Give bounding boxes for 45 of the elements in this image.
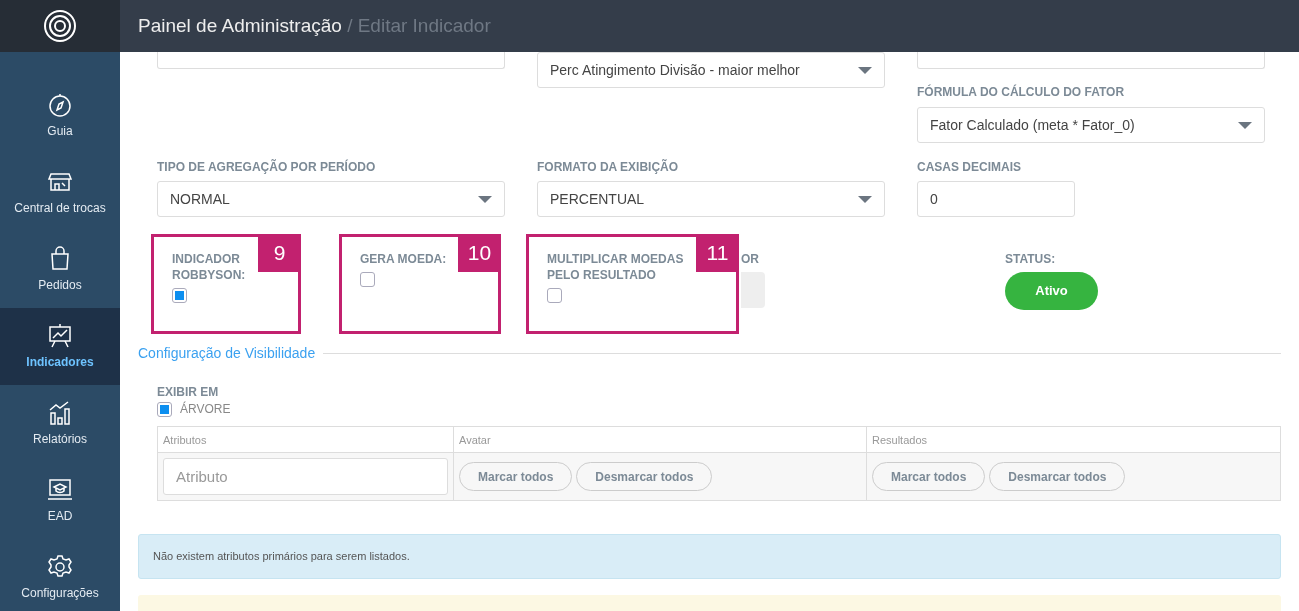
settings-icon	[47, 553, 73, 580]
caret-icon	[858, 195, 872, 203]
compass-icon	[47, 91, 73, 118]
field-label: STATUS:	[1005, 251, 1057, 267]
attribute-field[interactable]: Atributo	[163, 458, 448, 495]
sidebar-item[interactable]: Indicadores	[0, 308, 120, 385]
caret-icon	[1238, 121, 1252, 129]
sidebar-item[interactable]: Central de trocas	[0, 154, 120, 231]
sidebar-item[interactable]: Pedidos	[0, 231, 120, 308]
chart-board-icon	[47, 322, 73, 349]
checkbox[interactable]	[172, 288, 187, 303]
select-field[interactable]	[157, 52, 505, 69]
laptop-icon	[47, 476, 73, 503]
select-field[interactable]: NORMAL	[157, 181, 505, 217]
logo-icon	[42, 8, 78, 44]
caret-icon	[858, 66, 872, 74]
checkbox[interactable]	[157, 401, 172, 417]
field-label: MULTIPLICAR MOEDAS PELO RESULTADO	[547, 251, 685, 283]
select-field[interactable]: Fator Calculado (meta * Fator_0)	[917, 107, 1265, 143]
section-title: Configuração de Visibilidade	[138, 344, 316, 363]
checkbox[interactable]	[360, 272, 375, 287]
field-label: INDICADOR ROBBYSON:	[172, 251, 247, 283]
select-field[interactable]: Perc Atingimento Divisão - maior melhor	[537, 52, 885, 88]
field-label: FORMATO DA EXIBIÇÃO	[537, 159, 680, 175]
select-field[interactable]: PERCENTUAL	[537, 181, 885, 217]
bar-chart-icon	[47, 399, 73, 426]
annotation-number: 9	[258, 234, 301, 272]
caret-icon	[478, 195, 492, 203]
checkbox-label: ÁRVORE	[180, 400, 231, 418]
page-title: Painel de Administração / Editar Indicador	[138, 14, 491, 38]
annotation-number: 10	[458, 234, 501, 272]
annotation-number: 11	[696, 234, 739, 272]
field-label: OR	[741, 251, 760, 267]
field-label: EXIBIR EM	[157, 384, 220, 400]
sidebar-item[interactable]: Guia	[0, 77, 120, 154]
info-alert: Não existem atributos primários para serem listados.	[138, 534, 1281, 579]
select-field[interactable]	[917, 52, 1265, 69]
field-label: TIPO DE AGREGAÇÃO POR PERÍODO	[157, 159, 377, 175]
sidebar-item[interactable]: EAD	[0, 462, 120, 539]
field-label: FÓRMULA DO CÁLCULO DO FATOR	[917, 84, 1126, 100]
field-label: CASAS DECIMAIS	[917, 159, 1022, 175]
checkbox[interactable]	[547, 288, 562, 303]
number-field[interactable]: 0	[917, 181, 1075, 217]
sidebar-item[interactable]: Relatórios	[0, 385, 120, 462]
sidebar-item[interactable]: Configurações	[0, 539, 120, 611]
